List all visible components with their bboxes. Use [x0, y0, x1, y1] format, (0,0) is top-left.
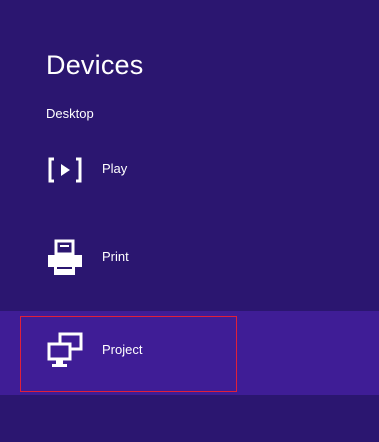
project-label: Project	[102, 342, 143, 357]
panel-title: Devices	[46, 50, 144, 80]
devices-charm-panel: Devices Desktop Play Print Project	[0, 0, 379, 442]
print-device-item[interactable]: Print	[0, 228, 379, 290]
panel-subtitle: Desktop	[46, 106, 94, 121]
project-icon	[43, 331, 87, 371]
play-to-icon	[43, 150, 87, 190]
printer-icon	[43, 238, 87, 278]
project-device-item[interactable]: Project	[0, 311, 379, 395]
print-label: Print	[102, 249, 129, 264]
play-label: Play	[102, 161, 128, 176]
play-device-item[interactable]: Play	[0, 140, 379, 202]
